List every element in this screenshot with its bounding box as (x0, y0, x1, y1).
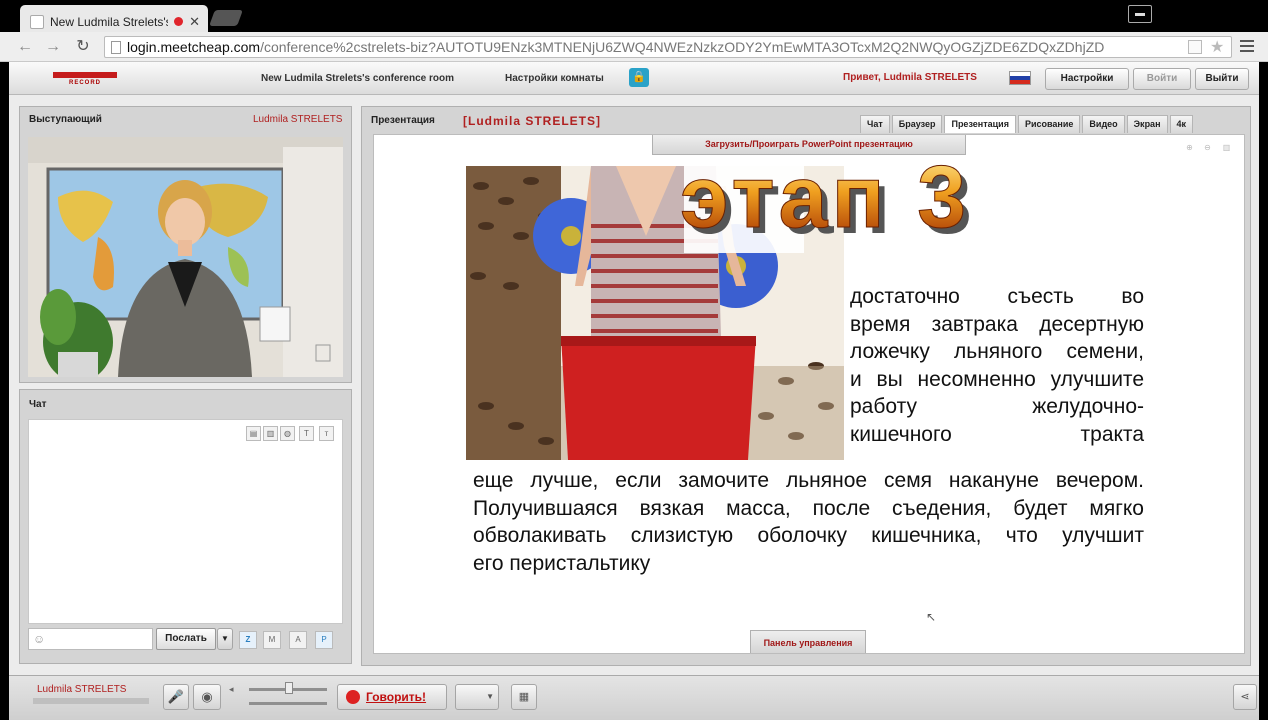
p1-line-6: кишечного тракта (850, 422, 1144, 446)
smiley-icon[interactable]: ☺ (33, 632, 45, 646)
presentation-stage[interactable]: Загрузить/Проиграть PowerPoint презентац… (373, 134, 1245, 654)
p1-line-2: время завтрака десертную (850, 312, 1144, 336)
app-header: RECORD New Ludmila Strelets's conference… (9, 62, 1259, 95)
room-settings-link[interactable]: Настройки комнаты (505, 73, 604, 84)
speak-icon (346, 690, 360, 704)
view-tabs: Чат Браузер Презентация Рисование Видео … (860, 115, 1194, 133)
mouse-cursor-icon: ↖ (926, 610, 937, 624)
reload-icon[interactable]: ↻ (72, 37, 94, 57)
p1-line-1: достаточно съесть во (850, 285, 1144, 308)
slide-heading-text: этап 3 (680, 147, 970, 246)
chat-private-icon[interactable]: P (315, 631, 333, 649)
chat-save-icon[interactable]: ▥ (263, 426, 278, 441)
tab-browser[interactable]: Браузер (891, 115, 943, 133)
logout-button[interactable]: Выйти (1195, 68, 1249, 90)
chat-messages[interactable]: ▤ ▥ ◍ T т (28, 419, 343, 624)
slide-heading: этап 3 этап 3 (680, 147, 973, 253)
address-bar[interactable]: login.meetcheap.com/conference%2cstrelet… (104, 36, 1232, 58)
bottom-user-name: Ludmila STRELETS (37, 684, 127, 695)
speaker-name: Ludmila STRELETS (253, 114, 343, 125)
logo: RECORD (43, 67, 127, 89)
p1-line-3: ложечку льняного семени, (850, 340, 1144, 363)
presenter-name: [Ludmila STRELETS] (463, 114, 601, 128)
share-icon[interactable]: ⋖ (1233, 684, 1257, 710)
tab-4k[interactable]: 4к (1169, 115, 1194, 133)
chat-options-icon[interactable]: ◍ (280, 426, 295, 441)
mic-slider[interactable] (249, 702, 327, 705)
p2-line-1: еще лучше, если замочите льняное семя на… (473, 469, 1144, 492)
speak-button[interactable]: Говорить! (337, 684, 447, 710)
font-size-up-icon[interactable]: T (299, 426, 314, 441)
extension-icon[interactable] (1188, 40, 1202, 54)
grid-icon[interactable]: ▦ (511, 684, 537, 710)
chat-panel-title: Чат (29, 399, 47, 410)
send-dropdown-icon[interactable]: ▼ (217, 628, 233, 650)
p2-line-3: обволакивать слизистую оболочку кишечник… (473, 524, 1144, 547)
webcam-icon[interactable]: ◉ (193, 684, 221, 710)
lock-icon[interactable]: 🔒 (629, 68, 649, 87)
url-host: login.meetcheap.com (127, 39, 261, 55)
tab-drawing[interactable]: Рисование (1017, 115, 1081, 133)
volume-slider-knob[interactable] (285, 682, 293, 694)
fit-icon[interactable]: ▥ (1219, 141, 1234, 156)
tab-video[interactable]: Видео (1082, 115, 1125, 133)
room-title: New Ludmila Strelets's conference room (261, 73, 454, 84)
speaker-panel-title: Выступающий (29, 114, 102, 125)
speak-label: Говорить! (366, 690, 427, 704)
new-tab-button[interactable] (209, 10, 243, 26)
browser-tab[interactable]: New Ludmila Strelets's ✕ (20, 5, 208, 32)
close-tab-icon[interactable]: ✕ (189, 14, 200, 30)
page-icon (111, 40, 121, 54)
conference-app: RECORD New Ludmila Strelets's conference… (9, 62, 1259, 720)
chat-input[interactable]: ☺ (28, 628, 153, 650)
chat-color-icon[interactable]: Z (239, 631, 257, 649)
p1-line-5: работу желудочно- (850, 395, 1144, 418)
zoom-out-icon[interactable]: ⊖ (1200, 141, 1215, 156)
favicon-icon (30, 14, 44, 29)
send-button[interactable]: Послать (156, 628, 216, 650)
presentation-title: Презентация (371, 115, 435, 126)
recording-icon (174, 17, 184, 26)
forward-icon[interactable]: → (42, 37, 64, 57)
back-icon[interactable]: ← (14, 37, 36, 57)
bottom-toolbar: Ludmila STRELETS 🎤 ◉ ◂ Говорить! ▼ ▦ ⋖ (9, 675, 1259, 720)
volume-icon: ◂ (229, 684, 234, 694)
audio-level-meter (33, 698, 149, 704)
tab-screen[interactable]: Экран (1126, 115, 1168, 133)
microphone-icon[interactable]: 🎤 (163, 684, 189, 710)
greeting: Привет, Ludmila STRELETS (843, 72, 977, 83)
slide-paragraph-2: еще лучше, если замочите льняное семя на… (473, 467, 1144, 577)
russian-flag-icon[interactable] (1009, 71, 1031, 85)
control-panel-button[interactable]: Панель управления (750, 630, 866, 653)
menu-icon[interactable] (1240, 40, 1254, 54)
browser-toolbar: ← → ↻ login.meetcheap.com/conference%2cs… (0, 32, 1268, 62)
speaker-video-image (28, 137, 343, 377)
slide-paragraph-1: достаточно съесть во время завтрака десе… (850, 283, 1144, 448)
p1-line-4: и вы несомненно улучшите (850, 367, 1144, 391)
browser-tabstrip: New Ludmila Strelets's ✕ ▬ (0, 0, 1268, 32)
window-minimize-button[interactable]: ▬ (1128, 5, 1152, 23)
settings-button[interactable]: Настройки (1045, 68, 1129, 90)
tab-chat[interactable]: Чат (860, 115, 890, 133)
p2-line-2: Получившаяся вязкая масса, после съедени… (473, 496, 1144, 520)
tab-title: New Ludmila Strelets's (50, 14, 169, 29)
zoom-in-icon[interactable]: ⊕ (1182, 141, 1197, 156)
url-path: /conference%2cstrelets-biz?AUTOTU9ENzk3M… (260, 39, 1105, 55)
bookmark-star-icon[interactable]: ★ (1210, 37, 1224, 57)
layout-dropdown[interactable]: ▼ (455, 684, 499, 710)
chat-clear-icon[interactable]: ▤ (246, 426, 261, 441)
p2-line-4: его перистальтику (473, 551, 651, 575)
chat-font-icon[interactable]: A (289, 631, 307, 649)
tab-presentation[interactable]: Презентация (944, 115, 1016, 133)
chat-format-icon[interactable]: M (263, 631, 281, 649)
login-button[interactable]: Войти (1133, 68, 1191, 90)
speaker-video[interactable] (28, 137, 343, 377)
font-size-down-icon[interactable]: т (319, 426, 334, 441)
